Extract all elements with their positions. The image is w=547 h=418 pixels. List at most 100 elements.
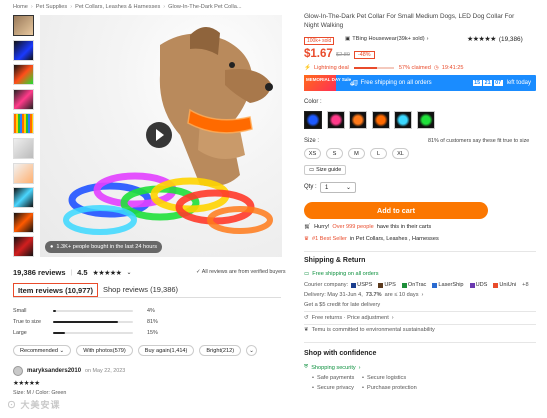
watermark-logo: ⊙ 大美安课 <box>7 400 61 410</box>
more-carriers[interactable]: +8 <box>522 282 528 288</box>
rating-count: (19,386) <box>498 35 523 43</box>
banner-timer: 15 21 07 left today <box>471 80 531 86</box>
divider <box>304 251 536 252</box>
size-option-xl[interactable]: XL <box>392 148 409 159</box>
thumbnail[interactable] <box>13 64 34 86</box>
fit-percent: 4% <box>147 308 155 314</box>
best-seller-category[interactable]: in Pet Collars, Leashes , Harnesses <box>350 236 439 242</box>
fit-bar-fill <box>53 331 65 335</box>
filter-buy-again[interactable]: Buy again(1,414) <box>137 345 195 356</box>
seller-name: TBing Housewear(39k+ sold) <box>352 36 425 42</box>
divider <box>304 342 536 343</box>
review-date: on May 22, 2023 <box>85 368 126 374</box>
lightning-deal-row: ⚡ Lightning deal 57% claimed ◷ 19:41:25 <box>304 65 464 71</box>
hurry-count: Over 999 people <box>332 224 374 230</box>
filter-recommended[interactable]: Recommended ⌄ <box>13 345 72 356</box>
thumbnail[interactable] <box>13 162 34 184</box>
color-swatch[interactable] <box>349 111 367 129</box>
truck-icon: 🚚︎ <box>350 80 358 87</box>
chevron-down-icon[interactable]: ⌄ <box>126 269 131 276</box>
review-filters: Recommended ⌄ With photos(579) Buy again… <box>13 345 258 356</box>
rating-summary-top[interactable]: ★★★★★ (19,386) <box>467 35 523 44</box>
color-swatch[interactable] <box>304 111 322 129</box>
chevron-right-icon: › <box>426 36 429 42</box>
carrier-lasership: LaserShip <box>432 282 464 288</box>
breadcrumb-home[interactable]: Home <box>13 4 28 10</box>
cart-icon: 🛒︎ <box>304 224 312 230</box>
size-option-l[interactable]: L <box>370 148 387 159</box>
thumbnail[interactable] <box>13 113 34 135</box>
delivery-line: Delivery: May 31-Jun 4, 73.7% are ≤ 10 d… <box>304 292 423 298</box>
environment-line[interactable]: ❦ Temu is committed to environmental sus… <box>304 327 435 333</box>
size-option-s[interactable]: S <box>326 148 343 159</box>
verified-note: ✓ All reviews are from verified buyers <box>196 269 286 275</box>
shield-icon: ⛨ <box>304 364 309 370</box>
breadcrumb-pet-supplies[interactable]: Pet Supplies <box>36 4 67 10</box>
tab-shop-reviews[interactable]: Shop reviews (19,386) <box>103 285 178 294</box>
carrier-ontrac: OnTrac <box>401 282 426 288</box>
chevron-right-icon[interactable]: › <box>422 292 424 298</box>
filter-with-photos[interactable]: With photos(579) <box>76 345 133 356</box>
delivery-percent: 73.7% <box>365 292 382 298</box>
color-swatch[interactable] <box>416 111 435 129</box>
fit-label: Large <box>13 330 27 336</box>
delivery-suffix: are ≤ 10 days <box>384 292 419 298</box>
memorial-day-sale-badge: MEMORIAL DAY Sale <box>304 75 351 91</box>
shopping-security-text: Shopping security <box>311 364 356 371</box>
size-guide-button[interactable]: ▭ Size guide <box>304 165 347 175</box>
seller-link[interactable]: ▣ TBing Housewear(39k+ sold) › <box>345 36 428 42</box>
thumbnail[interactable] <box>13 39 34 61</box>
banner-shipping-text: Free shipping on all orders <box>360 80 432 86</box>
color-swatch[interactable] <box>371 111 390 129</box>
reviewer-name[interactable]: maryksanders2010 <box>27 368 81 374</box>
filter-label: Recommended <box>20 347 58 354</box>
fit-row-large: Large 15% <box>13 329 163 337</box>
thumbnail[interactable] <box>13 137 34 159</box>
breadcrumb-current: Glow-In-The-Dark Pet Colla... <box>168 4 242 10</box>
fit-note: 81% of customers say these fit true to s… <box>428 138 530 144</box>
size-guide-label: Size guide <box>316 167 342 173</box>
divider <box>304 324 536 325</box>
thumbnail[interactable] <box>13 236 34 258</box>
carrier-name: LaserShip <box>438 282 464 288</box>
play-video-button[interactable] <box>146 122 172 148</box>
timer-minutes: 21 <box>483 80 493 86</box>
usps-icon <box>351 282 357 288</box>
fit-percent: 15% <box>147 330 158 336</box>
returns-line[interactable]: ↺ Free returns · Price adjustment › <box>304 315 394 321</box>
quantity-label: Qty : <box>304 184 317 190</box>
quantity-select[interactable]: 1 ⌄ <box>320 182 356 193</box>
size-option-xs[interactable]: XS <box>304 148 321 159</box>
add-to-cart-button[interactable]: Add to cart <box>304 202 488 219</box>
more-filters-chevron-icon[interactable]: ⌄ <box>246 345 258 356</box>
timer-seconds: 07 <box>493 80 503 86</box>
check-icon: ✓ <box>196 269 201 275</box>
carrier-name: UPS <box>384 282 396 288</box>
color-swatch[interactable] <box>394 111 412 129</box>
breadcrumb-collars[interactable]: Pet Collars, Leashes & Harnesses <box>75 4 160 10</box>
bullet-icon: • <box>312 375 314 381</box>
color-swatch[interactable] <box>326 111 345 129</box>
confidence-item: • Secure privacy <box>312 385 354 391</box>
filter-bright[interactable]: Bright(212) <box>199 345 242 356</box>
shopping-security-line[interactable]: ⛨ Shopping security › <box>304 364 361 371</box>
carrier-uniuni: UniUni <box>493 282 516 288</box>
breadcrumb: Home › Pet Supplies › Pet Collars, Leashes… <box>13 4 242 10</box>
review-tabs: Item reviews (10,977) Shop reviews (19,3… <box>13 283 281 298</box>
tab-item-reviews[interactable]: Item reviews (10,977) <box>13 283 99 297</box>
leaf-icon: ❦ <box>304 327 309 333</box>
fit-bar-fill <box>53 320 118 324</box>
store-icon: ▣ <box>345 36 351 42</box>
thumbnail[interactable] <box>13 15 34 36</box>
thumbnail[interactable] <box>13 88 34 110</box>
size-option-m[interactable]: M <box>348 148 365 159</box>
ontrac-icon <box>401 282 407 288</box>
free-shipping-text: Free shipping on all orders <box>312 271 379 277</box>
best-seller-note: ♛ #1 Best Seller in Pet Collars, Leashes… <box>304 236 439 242</box>
fit-percent: 81% <box>147 319 158 325</box>
thumbnail[interactable] <box>13 187 34 209</box>
carrier-name: UDS <box>475 282 488 288</box>
rating-value: 4.5 <box>77 268 88 277</box>
confidence-title: Shop with confidence <box>304 350 377 357</box>
thumbnail[interactable] <box>13 211 34 233</box>
